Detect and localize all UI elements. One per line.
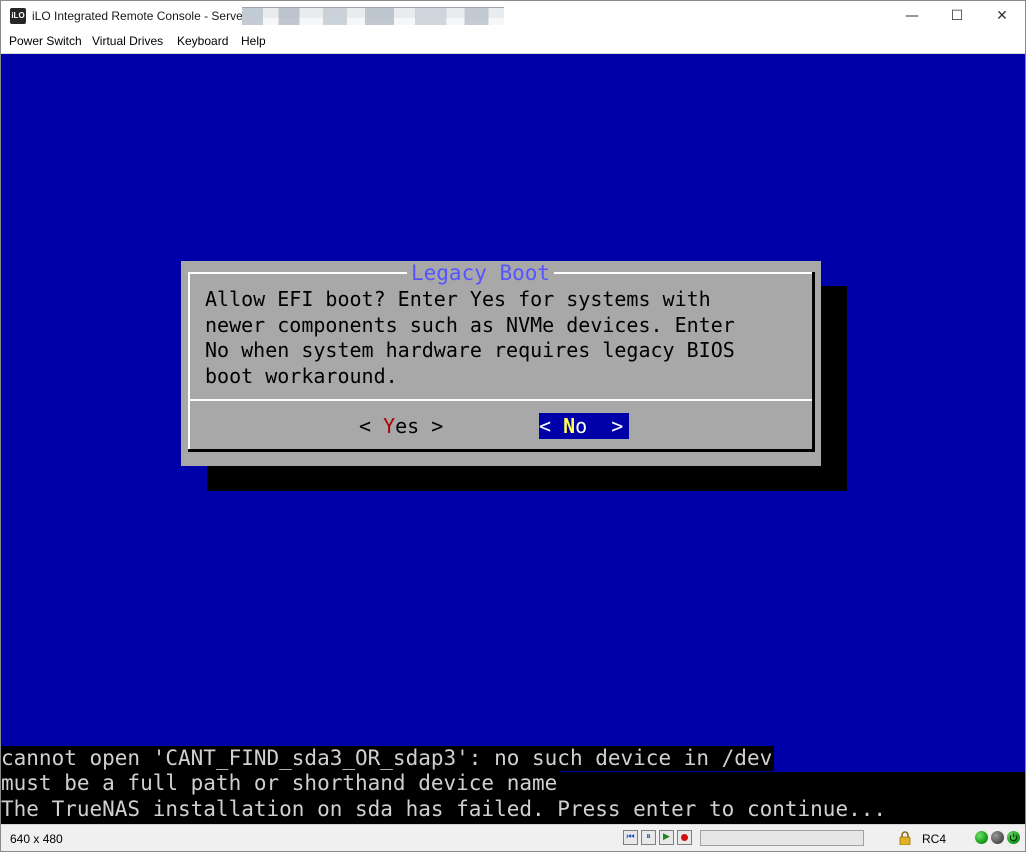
lock-icon: [899, 831, 911, 845]
remote-console-window: iLO iLO Integrated Remote Console - Serv…: [0, 0, 1026, 852]
status-bar: 640 x 480 ⏮ ⏸ ▶ RC4: [1, 824, 1025, 851]
play-icon[interactable]: ▶: [659, 830, 674, 845]
resolution-label: 640 x 480: [10, 832, 63, 846]
no-button-left: <: [539, 414, 564, 438]
dialog-title: Legacy Boot: [407, 261, 555, 285]
menu-bar: Power Switch Virtual Drives Keyboard Hel…: [1, 31, 1025, 54]
yes-button-left: <: [359, 414, 384, 438]
skip-back-icon[interactable]: ⏮: [623, 830, 638, 845]
console-line: The TrueNAS installation on sda has fail…: [1, 796, 889, 822]
dialog-frame-bottom: [188, 449, 815, 452]
minimize-button[interactable]: —: [889, 1, 935, 31]
dialog-frame-left: [188, 272, 190, 452]
redacted-server-name: [242, 7, 504, 25]
menu-help[interactable]: Help: [241, 34, 266, 48]
record-icon[interactable]: [677, 830, 692, 845]
remote-console-screen[interactable]: Legacy Boot Allow EFI boot? Enter Yes fo…: [1, 54, 1025, 824]
yes-button-rest: es >: [395, 414, 444, 438]
ilo-app-icon: iLO: [10, 8, 26, 24]
close-button[interactable]: ✕: [979, 1, 1025, 31]
playback-progress-bar[interactable]: [700, 830, 864, 846]
menu-virtual-drives[interactable]: Virtual Drives: [92, 34, 163, 48]
no-button-hotkey: N: [563, 414, 576, 438]
pause-icon[interactable]: ⏸: [641, 830, 656, 845]
yes-button-hotkey: Y: [383, 414, 396, 438]
maximize-button[interactable]: ☐: [934, 1, 980, 31]
no-button[interactable]: < No >: [539, 413, 629, 439]
yes-button[interactable]: < Yes >: [359, 413, 443, 439]
menu-keyboard[interactable]: Keyboard: [177, 34, 228, 48]
legacy-boot-dialog: Legacy Boot Allow EFI boot? Enter Yes fo…: [181, 261, 821, 466]
menu-power-switch[interactable]: Power Switch: [9, 34, 82, 48]
no-button-rest: o >: [575, 414, 624, 438]
encryption-label: RC4: [922, 832, 947, 846]
power-status-icon: [1007, 831, 1020, 844]
console-line: must be a full path or shorthand device …: [1, 771, 560, 797]
console-output: cannot open 'CANT_FIND_sda3_OR_sdap3': n…: [1, 746, 1025, 822]
dialog-frame-right: [812, 272, 815, 452]
console-line: cannot open 'CANT_FIND_sda3_OR_sdap3': n…: [1, 746, 775, 772]
window-title: iLO Integrated Remote Console - Server:: [32, 9, 251, 23]
dialog-separator: [190, 399, 812, 401]
title-bar[interactable]: iLO iLO Integrated Remote Console - Serv…: [1, 1, 1025, 31]
green-status-icon: [975, 831, 988, 844]
dialog-message: Allow EFI boot? Enter Yes for systems wi…: [205, 287, 735, 388]
gray-status-icon: [991, 831, 1004, 844]
